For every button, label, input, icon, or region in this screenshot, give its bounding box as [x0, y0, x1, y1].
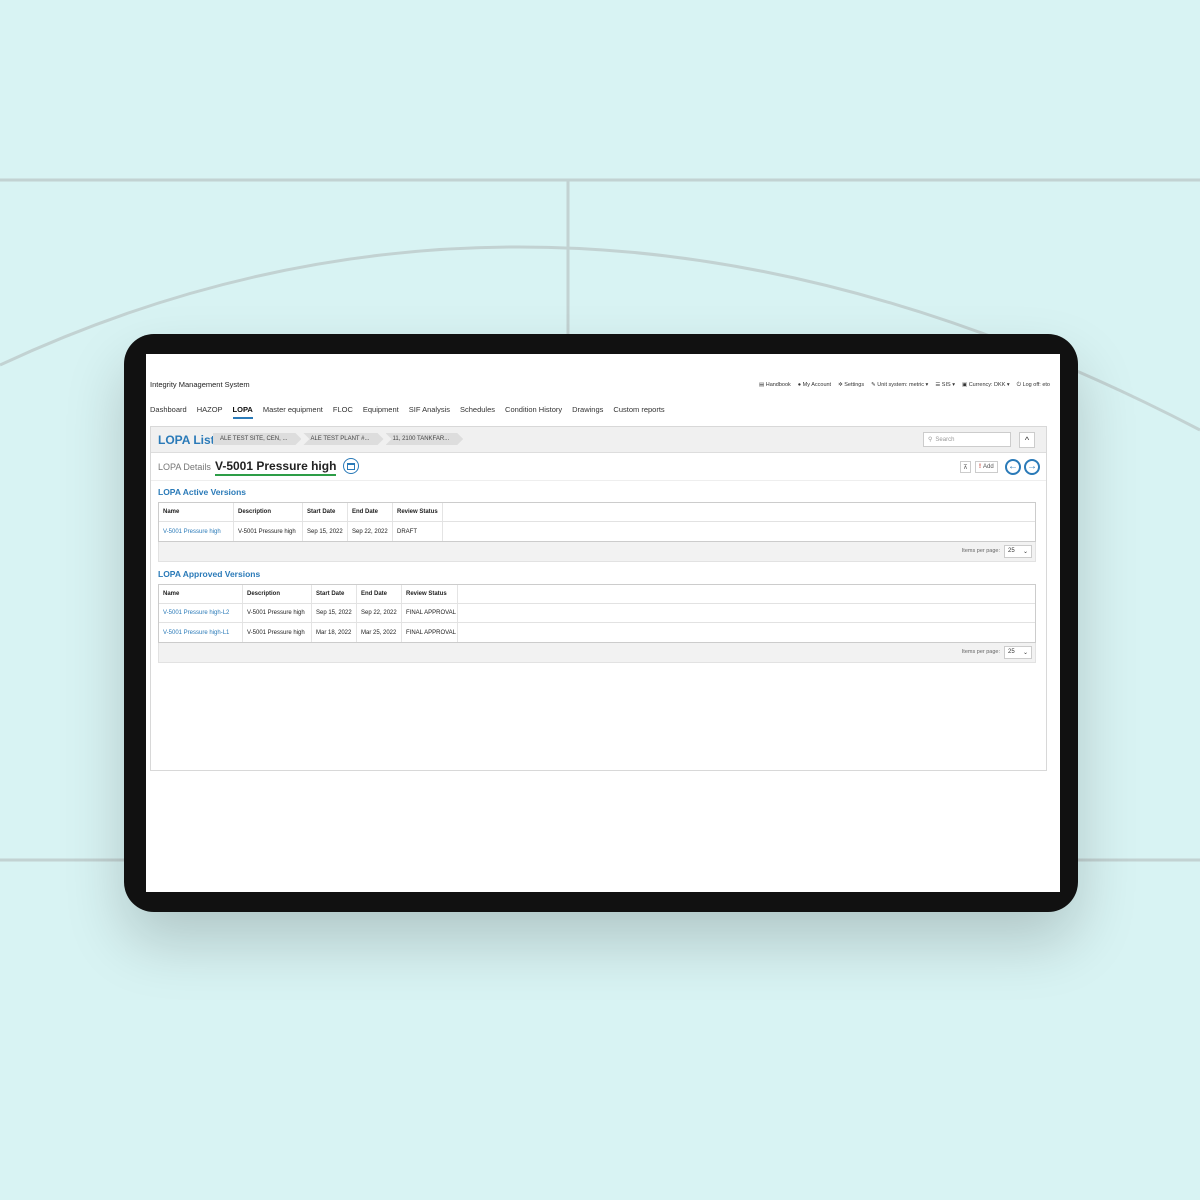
table-header: Name Description Start Date End Date Rev…	[159, 503, 1035, 522]
currency-dropdown[interactable]: ▣ Currency: DKK ▾	[962, 382, 1010, 389]
power-icon: ⏻	[1016, 382, 1022, 388]
nav-condition-history[interactable]: Condition History	[505, 405, 562, 417]
table-row[interactable]: V-5001 Pressure high-L2 V-5001 Pressure …	[159, 604, 1035, 623]
add-button[interactable]: ! Add	[975, 461, 998, 473]
log-off-link[interactable]: ⏻ Log off: eto	[1017, 382, 1050, 389]
collapse-button[interactable]: ^	[1019, 432, 1035, 448]
nav-dashboard[interactable]: Dashboard	[150, 405, 187, 417]
items-per-page-select[interactable]: 25 ⌄	[1004, 545, 1032, 558]
table-header: Name Description Start Date End Date Rev…	[159, 585, 1035, 604]
breadcrumb: ALE TEST SITE, CEN, ... ALE TEST PLANT #…	[213, 433, 465, 445]
nav-master-equipment[interactable]: Master equipment	[263, 405, 323, 417]
active-pager: Items per page: 25 ⌄	[158, 542, 1036, 562]
app-title: Integrity Management System	[150, 380, 250, 389]
search-input[interactable]: ⚲ Search	[923, 432, 1011, 447]
nav-equipment[interactable]: Equipment	[363, 405, 399, 417]
table-row[interactable]: V-5001 Pressure high-L1 V-5001 Pressure …	[159, 623, 1035, 642]
active-versions-table: Name Description Start Date End Date Rev…	[158, 502, 1036, 542]
my-account-link[interactable]: ● My Account	[798, 382, 831, 389]
items-per-page-select[interactable]: 25 ⌄	[1004, 646, 1032, 659]
search-icon: ⚲	[928, 437, 933, 443]
approved-pager: Items per page: 25 ⌄	[158, 643, 1036, 663]
top-links: ▤ Handbook ● My Account ✲ Settings ✎ Uni…	[759, 382, 1050, 389]
details-label: LOPA Details	[158, 462, 211, 472]
breadcrumb-plant[interactable]: ALE TEST PLANT #...	[303, 433, 383, 445]
settings-link[interactable]: ✲ Settings	[838, 382, 864, 389]
list-icon: ☰	[935, 382, 941, 388]
main-nav: Dashboard HAZOP LOPA Master equipment FL…	[150, 405, 665, 419]
list-bar: LOPA List ALE TEST SITE, CEN, ... ALE TE…	[151, 427, 1046, 453]
exclamation-icon: !	[979, 464, 981, 470]
calendar-icon[interactable]	[343, 458, 359, 474]
book-icon: ▤	[758, 382, 765, 388]
search-placeholder: Search	[935, 436, 955, 443]
table-row[interactable]: V-5001 Pressure high V-5001 Pressure hig…	[159, 522, 1035, 541]
active-versions-title: LOPA Active Versions	[158, 487, 247, 497]
caret-down-icon: ▾	[952, 382, 955, 388]
items-per-page-label: Items per page:	[961, 649, 1000, 655]
app-screen: Integrity Management System ▤ Handbook ●…	[146, 354, 1060, 892]
breadcrumb-site[interactable]: ALE TEST SITE, CEN, ...	[213, 433, 301, 445]
next-arrow-icon[interactable]: →	[1024, 459, 1040, 475]
pin-button[interactable]: ⊼	[960, 461, 971, 473]
lopa-panel: LOPA List ALE TEST SITE, CEN, ... ALE TE…	[150, 426, 1047, 771]
nav-drawings[interactable]: Drawings	[572, 405, 603, 417]
gear-icon: ✲	[838, 382, 843, 388]
caret-down-icon: ▾	[1006, 382, 1010, 388]
list-title: LOPA List	[158, 433, 215, 447]
previous-arrow-icon[interactable]: ←	[1005, 459, 1021, 475]
chevron-down-icon: ⌄	[1022, 650, 1028, 656]
nav-hazop[interactable]: HAZOP	[197, 405, 223, 417]
approved-versions-title: LOPA Approved Versions	[158, 569, 261, 579]
chevron-down-icon: ⌄	[1022, 549, 1028, 555]
handbook-link[interactable]: ▤ Handbook	[759, 382, 791, 389]
details-name: V-5001 Pressure high	[215, 459, 337, 476]
unit-system-dropdown[interactable]: ✎ Unit system: metric ▾	[871, 382, 928, 389]
currency-icon: ▣	[961, 382, 968, 388]
nav-custom-reports[interactable]: Custom reports	[613, 405, 664, 417]
user-icon: ●	[797, 382, 802, 388]
wrench-icon: ✎	[871, 382, 876, 388]
nav-sif-analysis[interactable]: SIF Analysis	[409, 405, 450, 417]
caret-down-icon: ▾	[925, 382, 929, 388]
items-per-page-label: Items per page:	[961, 548, 1000, 554]
approved-versions-table: Name Description Start Date End Date Rev…	[158, 584, 1036, 643]
sis-dropdown[interactable]: ☰ SIS ▾	[935, 382, 955, 389]
nav-floc[interactable]: FLOC	[333, 405, 353, 417]
nav-lopa[interactable]: LOPA	[232, 405, 254, 419]
breadcrumb-tankfarm[interactable]: 11, 2100 TANKFAR...	[386, 433, 464, 445]
nav-schedules[interactable]: Schedules	[460, 405, 495, 417]
